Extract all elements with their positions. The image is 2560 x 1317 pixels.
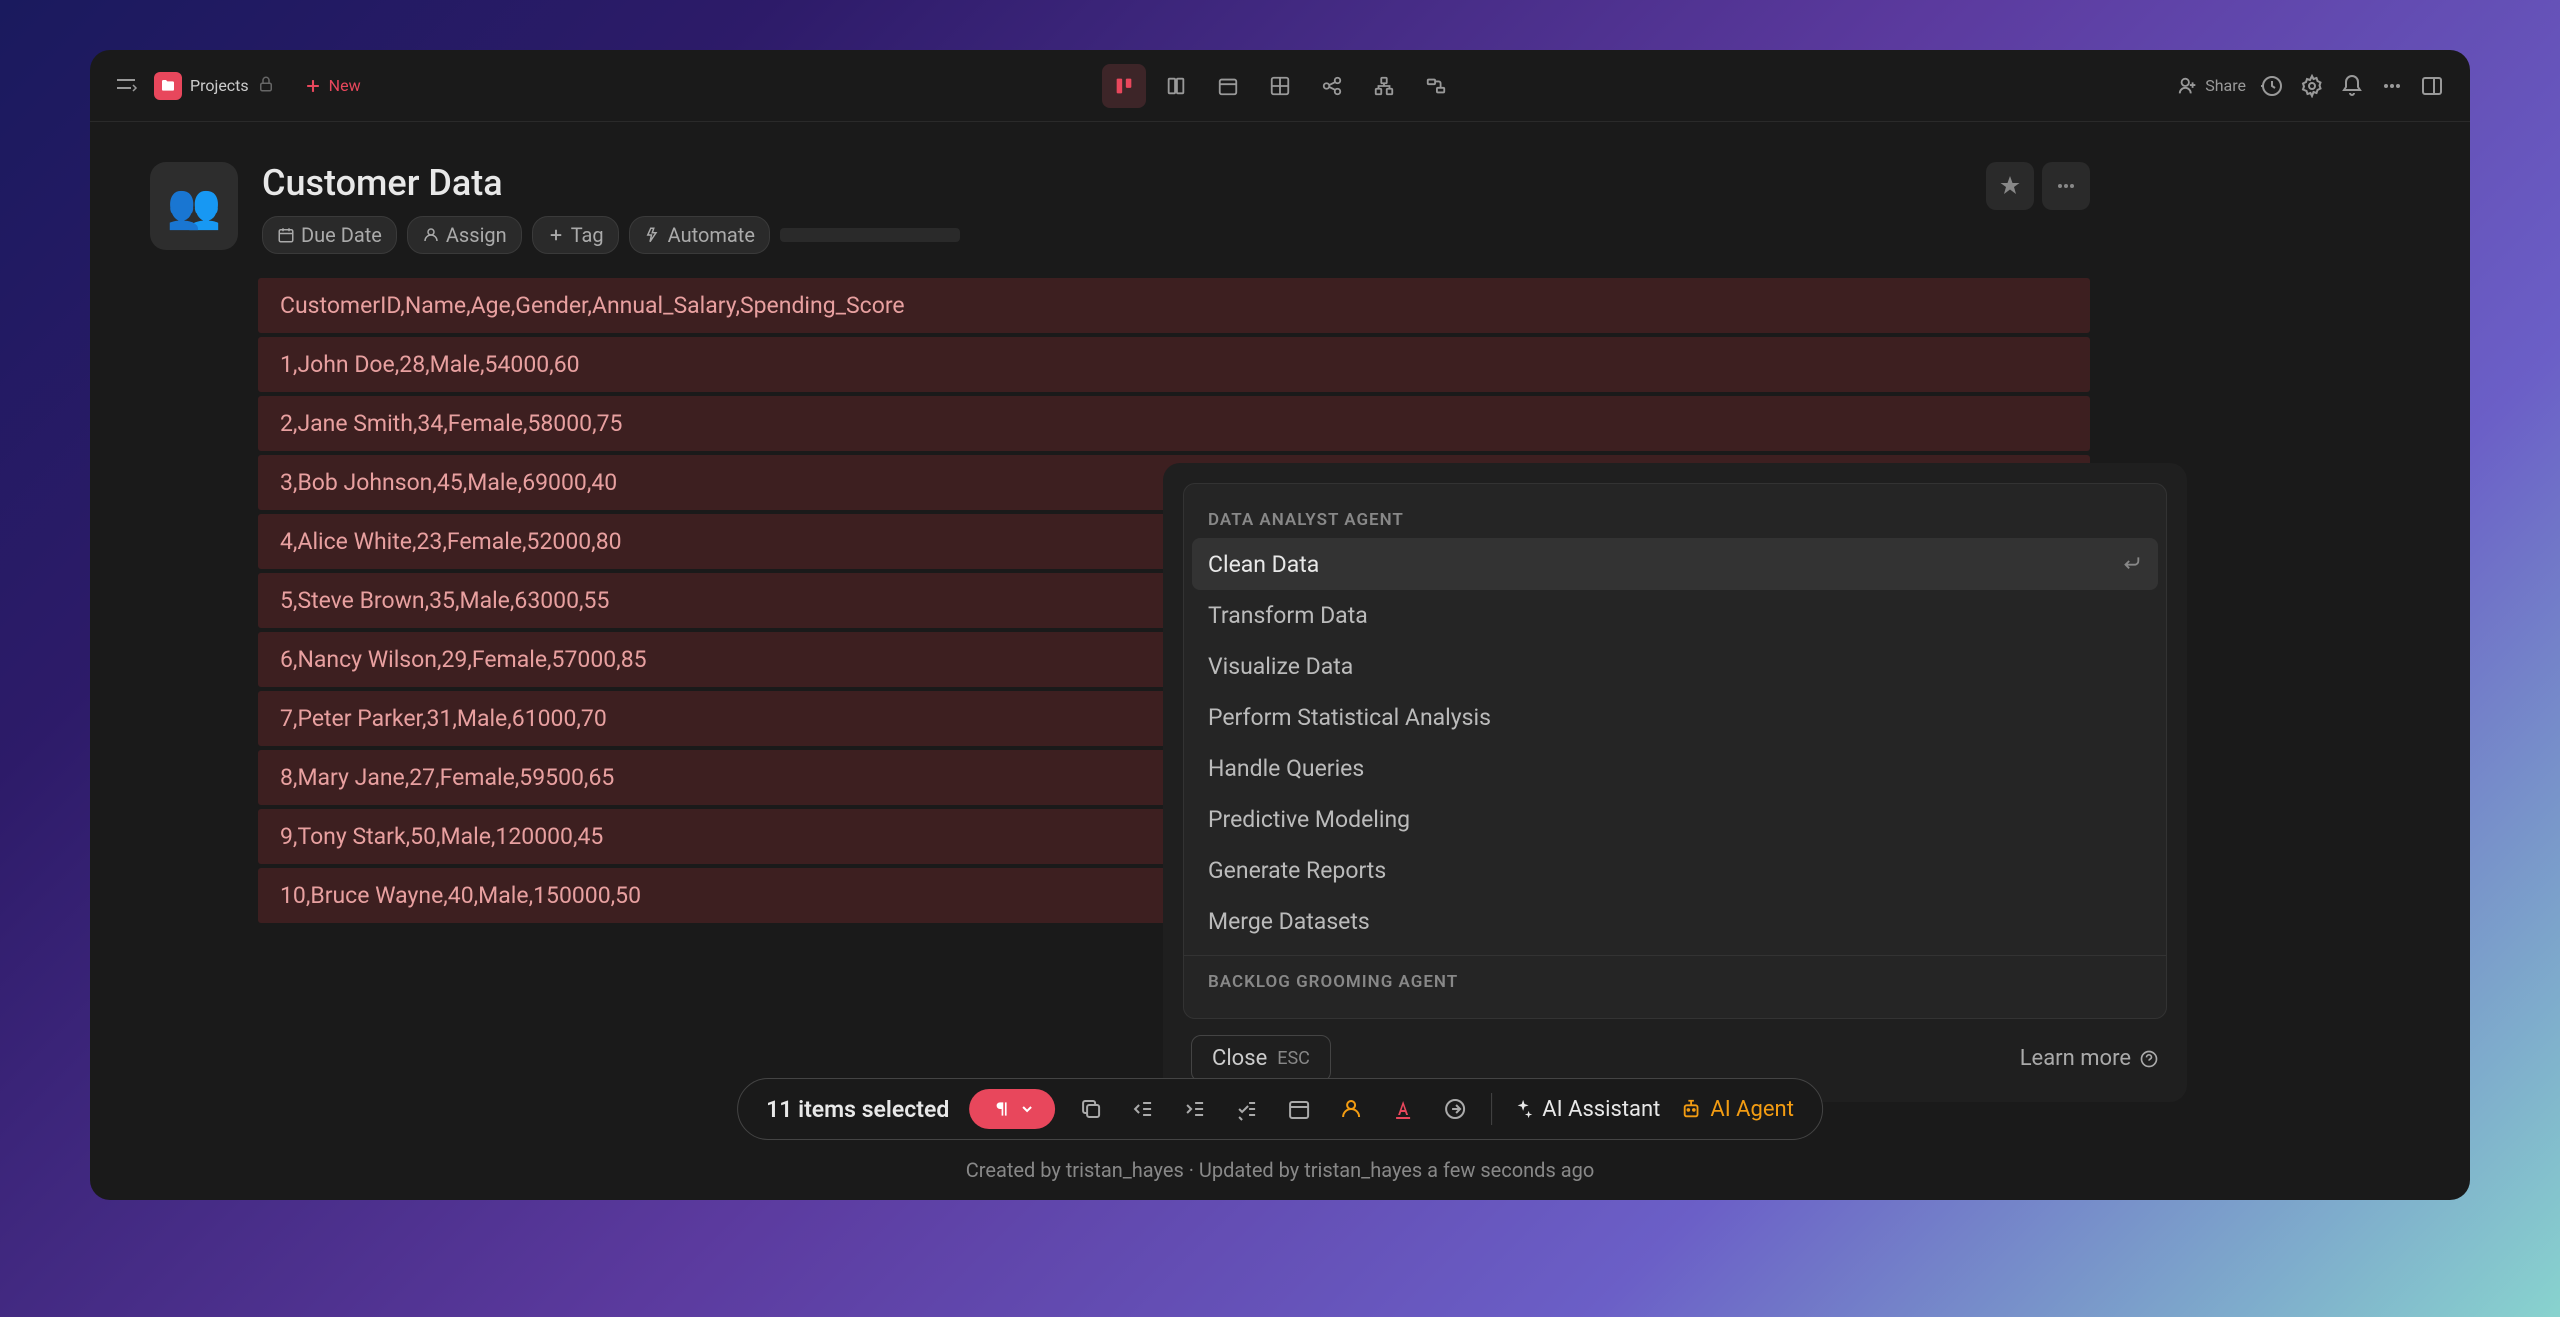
due-date-label: Due Date (301, 223, 382, 247)
copy-icon[interactable] (1075, 1093, 1107, 1125)
assign-label: Assign (446, 223, 507, 247)
selection-count: 11 items selected (766, 1096, 949, 1123)
paragraph-icon (989, 1099, 1009, 1119)
link-icon[interactable] (1439, 1093, 1471, 1125)
ai-item-statistical[interactable]: Perform Statistical Analysis (1184, 692, 2166, 743)
view-list-icon[interactable] (1102, 64, 1146, 108)
assign-button[interactable]: Assign (407, 216, 522, 254)
top-bar: Projects New (90, 50, 2470, 122)
tag-label: Tag (571, 223, 604, 247)
ai-item-predictive[interactable]: Predictive Modeling (1184, 794, 2166, 845)
view-hierarchy-icon[interactable] (1362, 64, 1406, 108)
ai-item-label: Perform Statistical Analysis (1208, 704, 1491, 731)
ai-divider (1184, 955, 2166, 956)
outdent-icon[interactable] (1127, 1093, 1159, 1125)
meta-placeholder (780, 228, 960, 242)
view-table-icon[interactable] (1258, 64, 1302, 108)
ai-item-label: Visualize Data (1208, 653, 1353, 680)
automate-button[interactable]: Automate (629, 216, 770, 254)
meta-buttons: Due Date Assign Tag Automate (262, 216, 2410, 254)
ai-assistant-label: AI Assistant (1542, 1097, 1660, 1122)
view-switcher (1102, 64, 1458, 108)
view-columns-icon[interactable] (1154, 64, 1198, 108)
learn-more-link[interactable]: Learn more (2020, 1046, 2159, 1071)
projects-breadcrumb[interactable]: Projects (154, 72, 275, 100)
projects-label: Projects (190, 76, 249, 95)
ai-item-reports[interactable]: Generate Reports (1184, 845, 2166, 896)
help-icon (2139, 1049, 2159, 1069)
chevron-down-icon (1019, 1101, 1035, 1117)
ai-item-visualize[interactable]: Visualize Data (1184, 641, 2166, 692)
page-icon-emoji: 👥 (167, 180, 222, 232)
share-button[interactable]: Share (2177, 75, 2246, 97)
ai-item-label: Clean Data (1208, 551, 1319, 578)
ai-item-label: Handle Queries (1208, 755, 1364, 782)
checklist-icon[interactable] (1231, 1093, 1263, 1125)
data-row[interactable]: 1,John Doe,28,Male,54000,60 (258, 337, 2090, 392)
robot-icon (1680, 1098, 1702, 1120)
ai-assistant-button[interactable]: AI Assistant (1512, 1097, 1660, 1122)
ai-item-label: Merge Datasets (1208, 908, 1370, 935)
menu-icon[interactable] (114, 72, 138, 100)
sparkle-icon (1512, 1098, 1534, 1120)
view-calendar-icon[interactable] (1206, 64, 1250, 108)
selection-toolbar: 11 items selected AI Assistant AI Agent (737, 1078, 1823, 1140)
top-left: Projects New (114, 72, 361, 100)
page-icon[interactable]: 👥 (150, 162, 238, 250)
page-header: 👥 Customer Data Due Date Assign Tag (150, 162, 2410, 254)
assign-icon[interactable] (1335, 1093, 1367, 1125)
top-right-actions: Share (2177, 72, 2446, 100)
ai-panel-footer: Close ESC Learn more (1183, 1019, 2167, 1082)
star-button[interactable] (1986, 162, 2034, 210)
new-label: New (329, 76, 361, 95)
automate-label: Automate (668, 223, 755, 247)
share-label: Share (2205, 76, 2246, 95)
panel-toggle-icon[interactable] (2418, 72, 2446, 100)
folder-icon (154, 72, 182, 100)
esc-label: ESC (1277, 1048, 1310, 1069)
ai-item-transform[interactable]: Transform Data (1184, 590, 2166, 641)
text-color-icon[interactable] (1387, 1093, 1419, 1125)
footer-text: Created by tristan_hayes · Updated by tr… (966, 1158, 1595, 1182)
data-row[interactable]: CustomerID,Name,Age,Gender,Annual_Salary… (258, 278, 2090, 333)
view-share-icon[interactable] (1310, 64, 1354, 108)
ai-item-merge[interactable]: Merge Datasets (1184, 896, 2166, 947)
settings-icon[interactable] (2298, 72, 2326, 100)
history-icon[interactable] (2258, 72, 2286, 100)
new-button[interactable]: New (303, 76, 361, 96)
ai-item-queries[interactable]: Handle Queries (1184, 743, 2166, 794)
close-label: Close (1212, 1046, 1267, 1071)
tag-button[interactable]: Tag (532, 216, 619, 254)
ai-agent-button[interactable]: AI Agent (1680, 1097, 1794, 1122)
lock-icon (257, 75, 275, 97)
ai-item-label: Transform Data (1208, 602, 1368, 629)
close-button[interactable]: Close ESC (1191, 1035, 1331, 1082)
ai-item-label: Predictive Modeling (1208, 806, 1410, 833)
data-row[interactable]: 2,Jane Smith,34,Female,58000,75 (258, 396, 2090, 451)
ai-agent-panel: DATA ANALYST AGENT Clean Data Transform … (1160, 460, 2190, 1105)
toolbar-divider (1491, 1093, 1492, 1125)
date-icon[interactable] (1283, 1093, 1315, 1125)
header-actions (1986, 162, 2090, 210)
ai-item-label: Generate Reports (1208, 857, 1386, 884)
indent-icon[interactable] (1179, 1093, 1211, 1125)
return-icon (2120, 550, 2142, 578)
view-flow-icon[interactable] (1414, 64, 1458, 108)
ai-item-clean-data[interactable]: Clean Data (1192, 538, 2158, 590)
due-date-button[interactable]: Due Date (262, 216, 397, 254)
more-icon[interactable] (2378, 72, 2406, 100)
app-window: Projects New (90, 50, 2470, 1200)
ai-agent-label: AI Agent (1710, 1097, 1794, 1122)
ai-panel-inner: DATA ANALYST AGENT Clean Data Transform … (1183, 483, 2167, 1019)
page-more-button[interactable] (2042, 162, 2090, 210)
notifications-icon[interactable] (2338, 72, 2366, 100)
learn-more-label: Learn more (2020, 1046, 2131, 1071)
format-dropdown[interactable] (969, 1089, 1055, 1129)
ai-section-header: DATA ANALYST AGENT (1184, 502, 2166, 538)
ai-section-header-2: BACKLOG GROOMING AGENT (1184, 964, 2166, 1000)
